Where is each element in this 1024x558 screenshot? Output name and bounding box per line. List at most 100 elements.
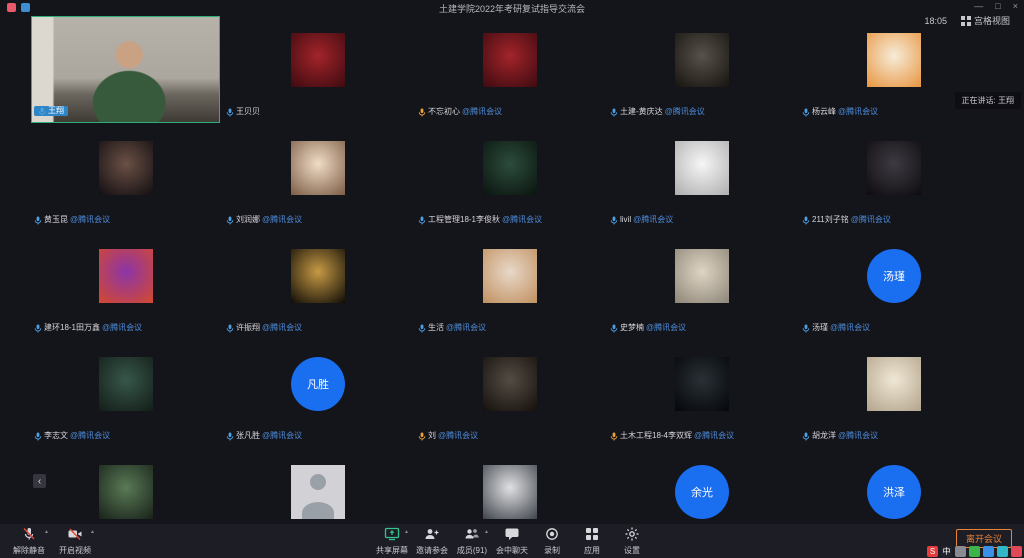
participant-name: 不忘初心 xyxy=(428,107,460,117)
dropdown-caret-icon[interactable]: ▲ xyxy=(90,529,95,535)
mic-icon xyxy=(226,216,234,225)
camera-muted-button[interactable]: 开启视频▲ xyxy=(52,524,98,558)
placeholder-avatar xyxy=(291,465,345,519)
meeting-suffix: @腾讯会议 xyxy=(102,323,142,333)
participant-tile[interactable]: 土木工程18-4李双辉@腾讯会议 xyxy=(606,340,798,448)
participant-label: 建环18-1田万鑫@腾讯会议 xyxy=(34,323,142,333)
window-titlebar: 土建学院2022年考研复试指导交流会 — □ × xyxy=(0,0,1024,14)
participant-label: 史梦楠@腾讯会议 xyxy=(610,323,686,333)
maximize-button[interactable]: □ xyxy=(995,1,1000,12)
participant-tile[interactable]: 土建-黄庆达@腾讯会议 xyxy=(606,16,798,124)
participant-tile[interactable]: 刘@腾讯会议 xyxy=(414,340,606,448)
tray-icon[interactable] xyxy=(969,546,980,557)
tray-icon[interactable]: S xyxy=(927,546,938,557)
mic-icon xyxy=(38,107,46,116)
mic-icon xyxy=(418,432,426,441)
participant-name: 生活 xyxy=(428,323,444,333)
photo-avatar xyxy=(675,357,729,411)
close-button[interactable]: × xyxy=(1013,1,1018,12)
mic-icon xyxy=(802,432,810,441)
photo-avatar xyxy=(99,465,153,519)
mic-icon xyxy=(802,108,810,117)
toolbar-left-group: 解除静音 ▲开启视频▲ xyxy=(6,524,98,558)
mic-muted-button[interactable]: 解除静音 ▲ xyxy=(6,524,52,558)
tray-icon[interactable] xyxy=(983,546,994,557)
meeting-suffix: @腾讯会议 xyxy=(262,431,302,441)
invite-button[interactable]: 邀请参会 xyxy=(412,524,452,558)
participant-name: 黄玉昆 xyxy=(44,215,68,225)
participant-name: 许振翔 xyxy=(236,323,260,333)
mic-icon xyxy=(610,432,618,441)
mic-icon xyxy=(418,216,426,225)
photo-avatar xyxy=(483,357,537,411)
initial-avatar: 洪泽 xyxy=(867,465,921,519)
participant-tile[interactable]: 王贝贝 xyxy=(222,16,414,124)
photo-avatar xyxy=(483,465,537,519)
settings-button[interactable]: 设置 xyxy=(612,524,652,558)
participant-tile[interactable]: livil@腾讯会议 xyxy=(606,124,798,232)
participant-tile[interactable]: 史梦楠@腾讯会议 xyxy=(606,232,798,340)
toolbar-label: 解除静音 xyxy=(13,545,45,556)
record-button[interactable]: 录制 xyxy=(532,524,572,558)
dropdown-caret-icon[interactable]: ▲ xyxy=(484,529,489,535)
participant-tile[interactable]: 汤瑾汤瑾@腾讯会议 xyxy=(798,232,990,340)
toolbar-label: 邀请参会 xyxy=(416,545,448,556)
participant-label: 211刘子铭@腾讯会议 xyxy=(802,215,891,225)
participant-tile[interactable]: 生活@腾讯会议 xyxy=(414,232,606,340)
participant-tile[interactable]: 工程管理18-1李俊秋@腾讯会议 xyxy=(414,124,606,232)
tray-icon[interactable] xyxy=(997,546,1008,557)
screen-share-icon xyxy=(384,526,400,544)
prev-page-arrow[interactable]: ‹ xyxy=(33,474,46,488)
mic-icon xyxy=(802,324,810,333)
participant-name: 杨云峰 xyxy=(812,107,836,117)
meeting-title: 土建学院2022年考研复试指导交流会 xyxy=(0,2,1024,15)
participant-name: 211刘子铭 xyxy=(812,215,849,225)
meeting-suffix: @腾讯会议 xyxy=(446,323,486,333)
participant-name: 工程管理18-1李俊秋 xyxy=(428,215,500,225)
participant-label: 黄玉昆@腾讯会议 xyxy=(34,215,110,225)
tray-icon[interactable] xyxy=(1011,546,1022,557)
participant-tile[interactable]: 王翔 xyxy=(30,16,222,124)
toolbar-label: 会中聊天 xyxy=(496,545,528,556)
members-icon xyxy=(464,526,480,544)
participant-tile[interactable]: 胡龙洋@腾讯会议 xyxy=(798,340,990,448)
screen-share-button[interactable]: 共享屏幕▲ xyxy=(372,524,412,558)
participant-tile[interactable]: 许振翔@腾讯会议 xyxy=(222,232,414,340)
participant-name: 汤瑾 xyxy=(812,323,828,333)
chat-button[interactable]: 会中聊天 xyxy=(492,524,532,558)
participant-tile[interactable]: 李志文@腾讯会议 xyxy=(30,340,222,448)
apps-button[interactable]: 应用 xyxy=(572,524,612,558)
participant-tile[interactable]: 刘润娜@腾讯会议 xyxy=(222,124,414,232)
participant-tile[interactable]: 不忘初心@腾讯会议 xyxy=(414,16,606,124)
participant-label: 不忘初心@腾讯会议 xyxy=(418,107,502,117)
participant-tile[interactable]: 黄玉昆@腾讯会议 xyxy=(30,124,222,232)
participant-tile[interactable]: 建环18-1田万鑫@腾讯会议 xyxy=(30,232,222,340)
members-button[interactable]: 成员(91)▲ xyxy=(452,524,492,558)
dropdown-caret-icon[interactable]: ▲ xyxy=(44,529,49,535)
participant-grid: 王翔王贝贝不忘初心@腾讯会议土建-黄庆达@腾讯会议杨云峰@腾讯会议黄玉昆@腾讯会… xyxy=(30,16,990,556)
meeting-suffix: @腾讯会议 xyxy=(665,107,705,117)
mic-icon xyxy=(34,324,42,333)
participant-label: 生活@腾讯会议 xyxy=(418,323,486,333)
toolbar-label: 录制 xyxy=(544,545,560,556)
participant-label: 刘润娜@腾讯会议 xyxy=(226,215,302,225)
minimize-button[interactable]: — xyxy=(974,1,983,12)
participant-label: 工程管理18-1李俊秋@腾讯会议 xyxy=(418,215,542,225)
toolbar-center-group: 共享屏幕▲ 邀请参会成员(91)▲ 会中聊天 录制 应用设置 xyxy=(372,524,652,558)
participant-name: 史梦楠 xyxy=(620,323,644,333)
participant-tile[interactable]: 杨云峰@腾讯会议 xyxy=(798,16,990,124)
participant-label: 刘@腾讯会议 xyxy=(418,431,478,441)
mic-icon xyxy=(418,108,426,117)
tray-icon[interactable]: 中 xyxy=(941,546,952,557)
photo-avatar xyxy=(99,249,153,303)
participant-name: 王贝贝 xyxy=(236,107,260,117)
camera-muted-icon xyxy=(67,526,83,544)
participant-label: 许振翔@腾讯会议 xyxy=(226,323,302,333)
participant-name: 建环18-1田万鑫 xyxy=(44,323,100,333)
participant-tile[interactable]: 211刘子铭@腾讯会议 xyxy=(798,124,990,232)
meeting-suffix: @腾讯会议 xyxy=(830,323,870,333)
dropdown-caret-icon[interactable]: ▲ xyxy=(404,529,409,535)
participant-tile[interactable]: 凡胜张凡胜@腾讯会议 xyxy=(222,340,414,448)
participant-label: 张凡胜@腾讯会议 xyxy=(226,431,302,441)
tray-icon[interactable] xyxy=(955,546,966,557)
